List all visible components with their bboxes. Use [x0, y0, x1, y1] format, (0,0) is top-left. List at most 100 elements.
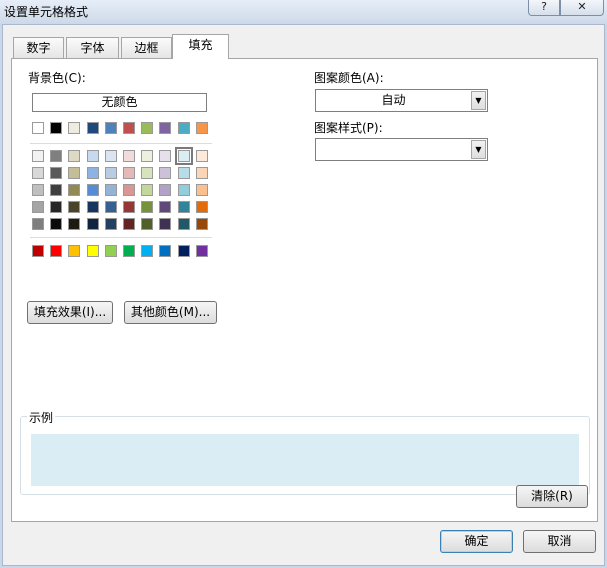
color-swatch-standard-3[interactable]: [86, 245, 99, 257]
color-swatch-theme2-7[interactable]: [159, 184, 172, 196]
color-swatch-top-1[interactable]: [50, 122, 63, 134]
color-swatch-top-2[interactable]: [68, 122, 81, 134]
close-button[interactable]: ✕: [560, 0, 604, 16]
color-swatch-top-6[interactable]: [141, 122, 154, 134]
color-swatch-theme1-9[interactable]: [195, 167, 208, 179]
dialog-body: 数字 字体 边框 填充 背景色(C): 无颜色 填充效果(I)... 其他颜色(…: [2, 24, 605, 566]
pattern-color-select[interactable]: 自动 ▼: [315, 89, 488, 112]
color-swatch-theme0-6[interactable]: [141, 150, 154, 162]
color-swatch-top-0[interactable]: [32, 122, 44, 134]
color-swatch-theme1-5[interactable]: [123, 167, 135, 179]
color-swatch-theme2-8[interactable]: [177, 184, 190, 196]
color-swatch-theme0-2[interactable]: [68, 150, 81, 162]
color-swatch-theme2-5[interactable]: [123, 184, 135, 196]
color-swatch-standard-4[interactable]: [104, 245, 117, 257]
color-swatch-theme2-4[interactable]: [104, 184, 117, 196]
help-icon: ?: [541, 0, 547, 13]
ok-button[interactable]: 确定: [440, 530, 513, 553]
color-swatch-theme3-3[interactable]: [86, 201, 99, 213]
pattern-style-select[interactable]: ▼: [315, 138, 488, 161]
title-bar: 设置单元格格式 ? ✕: [0, 0, 607, 24]
color-swatch-theme0-4[interactable]: [104, 150, 117, 162]
tab-number[interactable]: 数字: [13, 37, 64, 59]
color-swatch-theme3-8[interactable]: [177, 201, 190, 213]
color-swatch-theme4-5[interactable]: [123, 218, 135, 230]
tab-border[interactable]: 边框: [121, 37, 172, 59]
color-swatch-theme4-2[interactable]: [68, 218, 81, 230]
color-swatch-standard-7[interactable]: [159, 245, 172, 257]
help-button[interactable]: ?: [528, 0, 560, 16]
color-swatch-theme1-8[interactable]: [177, 167, 190, 179]
window-title: 设置单元格格式: [4, 5, 89, 19]
color-swatch-theme4-4[interactable]: [104, 218, 117, 230]
color-swatch-theme3-1[interactable]: [50, 201, 63, 213]
color-swatch-theme4-8[interactable]: [177, 218, 190, 230]
color-swatch-standard-1[interactable]: [50, 245, 63, 257]
color-swatch-theme3-5[interactable]: [123, 201, 135, 213]
color-swatch-theme0-8[interactable]: [174, 147, 193, 165]
palette-divider: [30, 237, 212, 238]
color-swatch-theme2-1[interactable]: [50, 184, 63, 196]
fill-panel: 背景色(C): 无颜色 填充效果(I)... 其他颜色(M)... 图案颜色(A…: [11, 58, 598, 522]
clear-button[interactable]: 清除(R): [516, 485, 588, 508]
color-swatch-theme0-9[interactable]: [195, 150, 208, 162]
color-swatch-theme4-7[interactable]: [159, 218, 172, 230]
color-swatch-standard-6[interactable]: [141, 245, 154, 257]
color-swatch-theme3-0[interactable]: [32, 201, 44, 213]
color-swatch-theme3-7[interactable]: [159, 201, 172, 213]
more-colors-button[interactable]: 其他颜色(M)...: [124, 301, 217, 324]
fill-effects-button[interactable]: 填充效果(I)...: [27, 301, 113, 324]
color-swatch-standard-5[interactable]: [123, 245, 135, 257]
chevron-down-icon[interactable]: ▼: [471, 91, 486, 110]
color-swatch-theme1-7[interactable]: [159, 167, 172, 179]
color-swatch-theme3-2[interactable]: [68, 201, 81, 213]
sample-preview: [31, 434, 579, 486]
background-color-label: 背景色(C):: [28, 71, 86, 85]
color-swatch-standard-0[interactable]: [32, 245, 44, 257]
color-swatch-theme0-7[interactable]: [159, 150, 172, 162]
color-swatch-theme2-2[interactable]: [68, 184, 81, 196]
color-swatch-theme4-3[interactable]: [86, 218, 99, 230]
color-swatch-theme3-6[interactable]: [141, 201, 154, 213]
color-swatch-theme1-0[interactable]: [32, 167, 44, 179]
color-swatch-top-7[interactable]: [159, 122, 172, 134]
pattern-color-value: 自动: [381, 93, 406, 107]
color-swatch-standard-2[interactable]: [68, 245, 81, 257]
color-swatch-theme0-0[interactable]: [32, 150, 44, 162]
color-swatch-theme1-3[interactable]: [86, 167, 99, 179]
no-color-button[interactable]: 无颜色: [32, 93, 207, 112]
tab-fill[interactable]: 填充: [172, 34, 229, 59]
color-swatch-theme1-2[interactable]: [68, 167, 81, 179]
pattern-style-value: [316, 139, 471, 160]
pattern-style-label: 图案样式(P):: [314, 121, 383, 135]
color-swatch-theme0-1[interactable]: [50, 150, 63, 162]
pattern-color-label: 图案颜色(A):: [314, 71, 384, 85]
color-swatch-top-4[interactable]: [104, 122, 117, 134]
sample-group: 示例: [20, 409, 590, 495]
color-swatch-theme4-1[interactable]: [50, 218, 63, 230]
color-swatch-theme3-4[interactable]: [104, 201, 117, 213]
color-swatch-top-3[interactable]: [86, 122, 99, 134]
color-swatch-theme2-9[interactable]: [195, 184, 208, 196]
color-swatch-top-8[interactable]: [177, 122, 190, 134]
color-swatch-theme0-5[interactable]: [123, 150, 135, 162]
color-swatch-standard-9[interactable]: [195, 245, 208, 257]
color-swatch-theme4-9[interactable]: [195, 218, 208, 230]
color-swatch-theme4-0[interactable]: [32, 218, 44, 230]
color-swatch-theme2-3[interactable]: [86, 184, 99, 196]
color-swatch-theme1-4[interactable]: [104, 167, 117, 179]
tab-font[interactable]: 字体: [66, 37, 119, 59]
color-swatch-theme2-6[interactable]: [141, 184, 154, 196]
color-swatch-theme1-1[interactable]: [50, 167, 63, 179]
chevron-down-icon[interactable]: ▼: [471, 140, 486, 159]
cancel-button[interactable]: 取消: [523, 530, 596, 553]
color-swatch-top-5[interactable]: [123, 122, 135, 134]
color-swatch-theme0-3[interactable]: [86, 150, 99, 162]
color-swatch-theme1-6[interactable]: [141, 167, 154, 179]
palette-divider: [30, 143, 212, 144]
color-swatch-theme3-9[interactable]: [195, 201, 208, 213]
color-swatch-theme2-0[interactable]: [32, 184, 44, 196]
color-swatch-top-9[interactable]: [195, 122, 208, 134]
color-swatch-theme4-6[interactable]: [141, 218, 154, 230]
color-swatch-standard-8[interactable]: [177, 245, 190, 257]
